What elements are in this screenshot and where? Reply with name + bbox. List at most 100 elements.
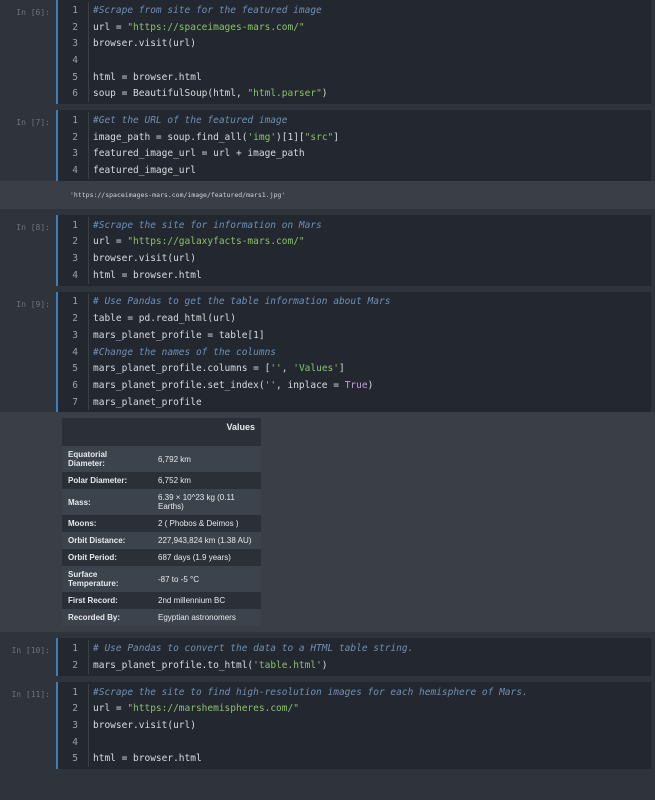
code-token: ] [338,363,345,375]
line-number: 2 [72,659,78,671]
cell-row: In [6]: 1 #Scrape from site for the featur… [0,0,655,105]
table-row-label: Surface Temperature: [68,570,119,589]
code-text: mars_planet_profile = table[1] [88,327,265,344]
code-text: #Scrape from site for the featured image [88,2,322,19]
code-token: mars_planet_profile [93,396,202,408]
code-text [88,52,93,69]
table-row-label: Recorded By: [68,613,121,623]
code-token: "https://spaceimages-mars.com/" [127,21,305,33]
code-token: featured_image_url [93,165,196,177]
line-number: 3 [72,329,78,341]
code-line: 6 soup = BeautifulSoup(html, "html.parser… [58,85,651,103]
line-number: 2 [72,236,78,248]
code-text: featured_image_url = url + image_path [88,145,305,163]
notebook-cell[interactable]: In [9]: 1 # Use Pandas to get the table in… [0,291,655,633]
line-number: 3 [72,38,78,50]
code-text: mars_planet_profile.to_html('table.html'… [88,657,328,674]
code-line: 5 mars_planet_profile.columns = ['', 'Val… [58,360,651,378]
code-token: browser.visit(url) [93,253,196,265]
code-text: html = browser.html [88,750,202,768]
code-token: #Scrape from site for the featured image [93,4,322,16]
table-row: Mass: 6.39 × 10^23 kg (0.11 Earths) [62,489,261,516]
line-number: 5 [72,71,78,83]
table-row-label: Orbit Distance: [68,536,126,546]
table-cell-value: 2 ( Phobos & Deimos ) [158,519,239,529]
code-token: table = pd.read_html(url) [93,313,236,325]
code-line: 3 browser.visit(url) [58,35,651,53]
code-text: mars_planet_profile [88,393,202,411]
code-token: #Scrape the site for information on Mars [93,219,322,231]
line-number: 2 [72,131,78,143]
code-text: featured_image_url [88,162,196,179]
code-token: ) [321,659,328,671]
code-line: 5 html = browser.html [58,750,651,768]
code-token: url = [93,236,128,248]
cell-prompt: In [10]: [11,646,50,656]
output-text: 'https://spaceimages-mars.com/image/feat… [70,190,286,199]
line-number: 4 [72,165,78,177]
code-token: , inplace = [276,379,345,391]
code-token: html = browser.html [93,753,202,765]
code-token: # Use Pandas to convert the data to a HT… [93,643,414,655]
code-token: )[1][ [276,131,305,143]
notebook-cell[interactable]: In [10]: 1 # Use Pandas to convert the dat… [0,638,655,676]
table-header-row: Values [62,418,261,447]
code-line: 7 mars_planet_profile [58,393,651,411]
code-line: 3 browser.visit(url) [58,717,651,734]
code-editor[interactable]: 1 #Scrape from site for the featured imag… [56,0,651,105]
code-line: 4 #Change the names of the columns [58,343,651,361]
code-editor[interactable]: 1 #Scrape the site for information on Mar… [56,214,651,286]
table-row: First Record: 2nd millennium BC [62,592,261,610]
code-text: url = "https://spaceimages-mars.com/" [88,18,305,36]
code-token: image_path = soup.find_all( [93,131,248,143]
code-token: , [281,363,294,375]
table-row: Orbit Distance: 227,943,824 km (1.38 AU) [62,532,261,550]
cell-prompt: In [8]: [16,222,50,232]
cell-row: In [11]: 1 #Scrape the site to find high-r… [0,681,655,770]
table-row-label: Moons: [68,519,97,529]
table-column-header: Values [152,418,261,447]
code-text: browser.visit(url) [88,250,196,267]
code-editor[interactable]: 1 #Scrape the site to find high-resolutio… [56,681,651,770]
code-text: mars_planet_profile.set_index('', inplac… [88,377,373,394]
code-text: url = "https://marshemispheres.com/" [88,700,299,718]
code-token: "src" [304,131,334,143]
code-token: 'Values' [293,363,339,375]
code-line: 2 url = "https://galaxyfacts-mars.com/" [58,233,651,251]
code-token: #Scrape the site to find high-resolution… [93,686,528,698]
table-index-header [62,418,152,447]
line-number: 1 [72,4,78,16]
code-editor[interactable]: 1 # Use Pandas to convert the data to a H… [56,638,651,676]
code-text: browser.visit(url) [88,717,196,734]
code-token: mars_planet_profile = table[1] [93,329,265,341]
notebook: In [6]: 1 #Scrape from site for the featur… [0,0,655,770]
code-text [88,733,93,751]
cell-prompt: In [9]: [16,299,50,309]
line-number: 4 [72,346,78,358]
line-number: 2 [72,313,78,325]
code-line: 4 featured_image_url [58,162,651,179]
code-text: url = "https://galaxyfacts-mars.com/" [88,233,305,251]
cell-prompt: In [7]: [16,118,50,128]
line-number: 6 [72,379,78,391]
code-editor[interactable]: 1 # Use Pandas to get the table informati… [56,291,651,413]
line-number: 1 [72,643,78,655]
notebook-cell[interactable]: In [8]: 1 #Scrape the site for information… [0,214,655,286]
cell-output: Values Equatorial Diameter: 6,792 km Polar … [0,412,655,633]
code-text: #Scrape the site for information on Mars [88,216,322,234]
code-token: '' [270,363,282,375]
code-token: 'img' [247,131,277,143]
code-line: 2 mars_planet_profile.to_html('table.html… [58,657,651,674]
code-editor[interactable]: 1 #Get the URL of the featured image 2 imag… [56,110,651,181]
dataframe-table: Values Equatorial Diameter: 6,792 km Polar … [62,418,261,627]
code-text: html = browser.html [88,68,202,86]
table-cell-value: 2nd millennium BC [158,596,226,606]
code-line: 2 url = "https://marshemispheres.com/" [58,700,651,718]
notebook-cell[interactable]: In [11]: 1 #Scrape the site to find high-r… [0,681,655,770]
table-cell-value: 6.39 × 10^23 kg (0.11 Earths) [158,493,235,512]
notebook-cell[interactable]: In [6]: 1 #Scrape from site for the featur… [0,0,655,105]
notebook-cell[interactable]: In [7]: 1 #Get the URL of the featured ima… [0,110,655,209]
table-row-label: Polar Diameter: [68,476,128,486]
cell-prompt: In [6]: [16,8,50,17]
code-line: 4 [58,733,651,751]
